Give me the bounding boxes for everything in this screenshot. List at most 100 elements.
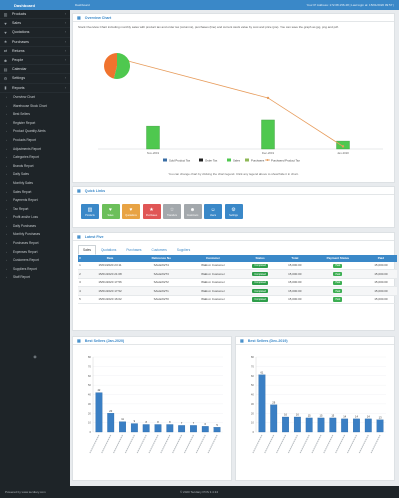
table-row[interactable]: 1 15/01/2020 23:11 SALE/0274 Walk-in Custom… xyxy=(78,261,397,271)
circle-icon: › xyxy=(6,275,7,280)
payment-status-badge: Paid xyxy=(333,288,343,294)
quick-link-label: Customers xyxy=(186,213,199,217)
reports-subitem[interactable]: › Brands Report xyxy=(0,161,70,170)
quick-link-purchases[interactable]: ★ Purchases xyxy=(142,204,161,219)
quick-link-settings[interactable]: ⚙ Settings xyxy=(224,204,243,219)
quick-link-transfers[interactable]: ☆ Transfers xyxy=(163,204,181,219)
table-cell-paid: 15,000.00 xyxy=(364,295,397,304)
best-seller-bar xyxy=(282,416,289,433)
powered-by[interactable]: Powered by www.tecdiary.com xyxy=(5,490,46,494)
quick-link-customers[interactable]: ☻ Customers xyxy=(183,204,202,219)
y-tick-label: 50 xyxy=(88,383,92,387)
table-cell-paid: 15,000.00 xyxy=(364,269,397,279)
best-seller-bar xyxy=(305,417,313,433)
x-tick-label xyxy=(346,434,357,454)
reports-subitem[interactable]: › Categories Report xyxy=(0,153,70,162)
reports-subitem[interactable]: › Products Report xyxy=(0,136,70,145)
table-row[interactable]: 2 15/01/2020 21:08 SALE/0273 Walk-in Custom… xyxy=(78,269,397,279)
best-seller-bar xyxy=(119,421,126,433)
sidebar-item-settings[interactable]: ⚙ Settings ‹ xyxy=(0,74,70,84)
x-tick-label xyxy=(124,434,135,454)
best-seller-bar xyxy=(201,426,209,433)
sidebar-item-label: Sales xyxy=(12,21,21,26)
reports-subitem-label: Best Sellers xyxy=(13,112,31,117)
best-seller-bar xyxy=(178,425,186,433)
chevron-circle-left-icon[interactable]: ◉ xyxy=(0,354,70,359)
x-tick-label xyxy=(136,434,147,454)
tab-sales[interactable]: Sales xyxy=(78,245,96,255)
reports-subitem[interactable]: › Staff Report xyxy=(0,273,70,282)
brand-logo[interactable]: Dashboard xyxy=(0,0,70,10)
quick-link-sales[interactable]: ♥ Sales xyxy=(101,204,120,219)
sidebar-item-sales[interactable]: ♥ Sales ‹ xyxy=(0,19,70,29)
sidebar-item-products[interactable]: ▥ Products ‹ xyxy=(0,10,70,20)
x-tick-label: Dec-2019 xyxy=(262,151,275,155)
tab-suppliers[interactable]: Suppliers xyxy=(172,245,195,255)
quick-link-label: Sales xyxy=(107,213,114,217)
sidebar-item-calendar[interactable]: ▤ Calendar xyxy=(0,65,70,75)
reports-subitem-label: Product Quantity Alerts xyxy=(13,129,46,134)
table-cell-status: Completed xyxy=(241,286,279,296)
th-icon: ▦ xyxy=(77,188,81,193)
quick-link-quotations[interactable]: ♥ Quotations xyxy=(122,204,140,219)
data-label: 42 xyxy=(97,388,100,392)
data-label: 8 xyxy=(157,420,159,424)
y-tick-label: 50 xyxy=(251,383,255,387)
quick-link-products[interactable]: ▥ Products xyxy=(81,204,99,219)
reports-subitem[interactable]: › Sales Report xyxy=(0,187,70,196)
reports-subitem[interactable]: › Profit and/or Loss xyxy=(0,213,70,222)
table-cell-ref: SALE/0273 xyxy=(138,269,185,279)
circle-icon: › xyxy=(6,249,7,254)
y-tick-label: 20 xyxy=(88,411,92,415)
reports-subitem-label: Purchases Report xyxy=(13,241,39,246)
sidebar-item-label: Products xyxy=(12,12,27,17)
sidebar-item-people[interactable]: ☻ People ‹ xyxy=(0,56,70,66)
sidebar-item-reports[interactable]: ▮ Reports ‹ xyxy=(0,84,70,93)
reports-subitem[interactable]: › Daily Sales xyxy=(0,170,70,179)
table-cell-pay: Paid xyxy=(310,261,365,271)
reports-subitem-label: Register Report xyxy=(13,120,36,125)
sidebar-item-returns[interactable]: ⇄ Returns ‹ xyxy=(0,47,70,56)
reports-subitem-label: Sales Report xyxy=(13,189,32,194)
status-badge: Completed xyxy=(252,288,268,294)
data-label: 20 xyxy=(109,409,112,413)
sidebar-item-quotations[interactable]: ♥ Quotations ‹ xyxy=(0,28,70,38)
tab-purchases[interactable]: Purchases xyxy=(121,245,146,255)
reports-subitem[interactable]: › Suppliers Report xyxy=(0,265,70,274)
random-icon: ⇄ xyxy=(3,48,8,54)
circle-icon: › xyxy=(6,146,7,151)
x-tick-label xyxy=(113,434,124,454)
reports-subitem[interactable]: › Purchases Report xyxy=(0,239,70,248)
reports-subitem[interactable]: › Register Report xyxy=(0,118,70,127)
reports-subitem[interactable]: › Warehouse Stock Chart xyxy=(0,101,70,110)
sales-bar xyxy=(336,140,350,150)
x-tick-label xyxy=(183,434,194,454)
tab-customers[interactable]: Customers xyxy=(146,245,171,255)
table-row[interactable]: 5 15/01/2020 16:02 SALE/0270 Walk-in Custom… xyxy=(78,295,397,304)
reports-subitem[interactable]: › Adjustments Report xyxy=(0,144,70,153)
reports-subitem[interactable]: › Expenses Report xyxy=(0,247,70,256)
reports-subitem[interactable]: › Product Quantity Alerts xyxy=(0,127,70,136)
best-seller-bar xyxy=(364,418,372,433)
table-row[interactable]: 4 15/01/2020 17:52 SALE/0271 Walk-in Custom… xyxy=(78,286,397,296)
circle-icon: › xyxy=(6,172,7,177)
best-seller-bar xyxy=(293,416,301,433)
reports-subitem-label: Products Report xyxy=(13,137,37,142)
x-tick-label xyxy=(252,434,263,454)
reports-subitem[interactable]: › Tax Report xyxy=(0,204,70,213)
reports-subitem-label: Monthly Sales xyxy=(13,180,34,185)
reports-subitem[interactable]: › Monthly Purchases xyxy=(0,230,70,239)
table-row[interactable]: 3 15/01/2020 17:56 SALE/0272 Walk-in Custom… xyxy=(78,278,397,288)
reports-subitem[interactable]: › Best Sellers xyxy=(0,110,70,119)
sidebar-item-purchases[interactable]: ★ Purchases ‹ xyxy=(0,38,70,47)
reports-subitem[interactable]: › Overview Chart xyxy=(0,93,70,102)
reports-subitem[interactable]: › Customers Report xyxy=(0,256,70,265)
table-cell-customer: Walk-in Customer xyxy=(184,286,242,296)
reports-subitem[interactable]: › Daily Purchases xyxy=(0,222,70,231)
table-cell-total: 15,000.00 xyxy=(278,278,311,288)
reports-subitem[interactable]: › Payments Report xyxy=(0,196,70,205)
tab-quotations[interactable]: Quotations xyxy=(96,245,121,255)
reports-subitem[interactable]: › Monthly Sales xyxy=(0,179,70,188)
breadcrumb[interactable]: Dashboard xyxy=(75,3,90,7)
quick-link-users[interactable]: ☺ Users xyxy=(204,204,222,219)
